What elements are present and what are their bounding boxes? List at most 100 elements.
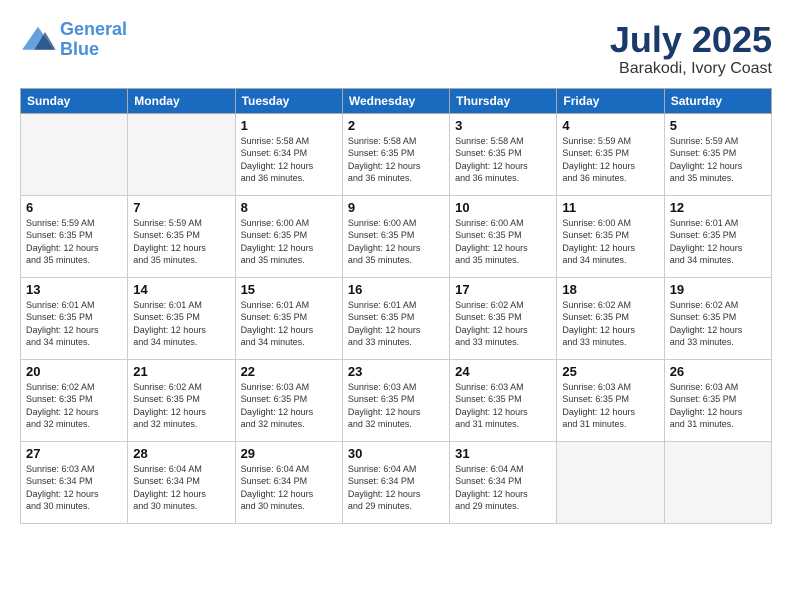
day-cell: 18Sunrise: 6:02 AM Sunset: 6:35 PM Dayli… xyxy=(557,277,664,359)
day-info: Sunrise: 5:59 AM Sunset: 6:35 PM Dayligh… xyxy=(562,135,658,185)
day-number: 1 xyxy=(241,118,337,133)
day-cell: 19 Sunrise: 6:02 AM Sunset: 6:35 PM Dayli… xyxy=(664,277,771,359)
day-info: Sunrise: 6:01 AM Sunset: 6:35 PM Dayligh… xyxy=(26,299,122,349)
day-number: 29 xyxy=(241,446,337,461)
day-info: Sunrise: 5:59 AM Sunset: 6:35 PM Dayligh… xyxy=(670,135,766,185)
day-number: 22 xyxy=(241,364,337,379)
day-number: 10 xyxy=(455,200,551,215)
week-row-5: 27 Sunrise: 6:03 AM Sunset: 6:34 PM Dayli… xyxy=(21,441,772,523)
day-info: Sunrise: 6:01 AM Sunset: 6:35 PM Dayligh… xyxy=(133,299,229,349)
day-cell: 11Sunrise: 6:00 AM Sunset: 6:35 PM Dayli… xyxy=(557,195,664,277)
day-number: 28 xyxy=(133,446,229,461)
day-number: 2 xyxy=(348,118,444,133)
day-number: 3 xyxy=(455,118,551,133)
day-info: Sunrise: 6:03 AM Sunset: 6:35 PM Dayligh… xyxy=(562,381,658,431)
day-cell: 8 Sunrise: 6:00 AM Sunset: 6:35 PM Daylig… xyxy=(235,195,342,277)
day-cell: 9 Sunrise: 6:00 AM Sunset: 6:35 PM Daylig… xyxy=(342,195,449,277)
week-row-4: 20 Sunrise: 6:02 AM Sunset: 6:35 PM Dayli… xyxy=(21,359,772,441)
day-number: 26 xyxy=(670,364,766,379)
day-number: 17 xyxy=(455,282,551,297)
day-info: Sunrise: 5:58 AM Sunset: 6:35 PM Dayligh… xyxy=(348,135,444,185)
logo: General Blue xyxy=(20,20,127,60)
col-header-sunday: Sunday xyxy=(21,88,128,113)
day-number: 20 xyxy=(26,364,122,379)
day-cell xyxy=(664,441,771,523)
day-number: 16 xyxy=(348,282,444,297)
day-number: 24 xyxy=(455,364,551,379)
col-header-thursday: Thursday xyxy=(450,88,557,113)
day-info: Sunrise: 6:04 AM Sunset: 6:34 PM Dayligh… xyxy=(455,463,551,513)
day-cell: 1 Sunrise: 5:58 AM Sunset: 6:34 PM Daylig… xyxy=(235,113,342,195)
day-cell: 2 Sunrise: 5:58 AM Sunset: 6:35 PM Daylig… xyxy=(342,113,449,195)
day-info: Sunrise: 6:03 AM Sunset: 6:35 PM Dayligh… xyxy=(348,381,444,431)
day-number: 15 xyxy=(241,282,337,297)
day-info: Sunrise: 6:03 AM Sunset: 6:34 PM Dayligh… xyxy=(26,463,122,513)
col-header-monday: Monday xyxy=(128,88,235,113)
day-info: Sunrise: 5:58 AM Sunset: 6:35 PM Dayligh… xyxy=(455,135,551,185)
day-cell xyxy=(128,113,235,195)
day-number: 5 xyxy=(670,118,766,133)
day-number: 31 xyxy=(455,446,551,461)
day-info: Sunrise: 6:04 AM Sunset: 6:34 PM Dayligh… xyxy=(133,463,229,513)
week-row-1: 1 Sunrise: 5:58 AM Sunset: 6:34 PM Daylig… xyxy=(21,113,772,195)
day-number: 12 xyxy=(670,200,766,215)
day-number: 19 xyxy=(670,282,766,297)
day-cell: 23 Sunrise: 6:03 AM Sunset: 6:35 PM Dayli… xyxy=(342,359,449,441)
day-number: 14 xyxy=(133,282,229,297)
day-cell: 12 Sunrise: 6:01 AM Sunset: 6:35 PM Dayli… xyxy=(664,195,771,277)
day-number: 8 xyxy=(241,200,337,215)
month-year-title: July 2025 xyxy=(610,20,772,60)
day-cell: 6 Sunrise: 5:59 AM Sunset: 6:35 PM Daylig… xyxy=(21,195,128,277)
day-info: Sunrise: 6:04 AM Sunset: 6:34 PM Dayligh… xyxy=(241,463,337,513)
day-number: 4 xyxy=(562,118,658,133)
day-number: 18 xyxy=(562,282,658,297)
day-cell: 24Sunrise: 6:03 AM Sunset: 6:35 PM Dayli… xyxy=(450,359,557,441)
calendar-header-row: SundayMondayTuesdayWednesdayThursdayFrid… xyxy=(21,88,772,113)
logo-text: General Blue xyxy=(60,20,127,60)
day-cell: 22 Sunrise: 6:03 AM Sunset: 6:35 PM Dayli… xyxy=(235,359,342,441)
day-cell xyxy=(557,441,664,523)
day-info: Sunrise: 6:00 AM Sunset: 6:35 PM Dayligh… xyxy=(241,217,337,267)
day-number: 23 xyxy=(348,364,444,379)
day-cell: 14 Sunrise: 6:01 AM Sunset: 6:35 PM Dayli… xyxy=(128,277,235,359)
day-cell: 10Sunrise: 6:00 AM Sunset: 6:35 PM Dayli… xyxy=(450,195,557,277)
day-number: 27 xyxy=(26,446,122,461)
day-info: Sunrise: 6:00 AM Sunset: 6:35 PM Dayligh… xyxy=(348,217,444,267)
day-cell: 17Sunrise: 6:02 AM Sunset: 6:35 PM Dayli… xyxy=(450,277,557,359)
day-info: Sunrise: 6:01 AM Sunset: 6:35 PM Dayligh… xyxy=(670,217,766,267)
day-info: Sunrise: 5:59 AM Sunset: 6:35 PM Dayligh… xyxy=(26,217,122,267)
calendar-table: SundayMondayTuesdayWednesdayThursdayFrid… xyxy=(20,88,772,524)
day-cell: 7Sunrise: 5:59 AM Sunset: 6:35 PM Daylig… xyxy=(128,195,235,277)
col-header-wednesday: Wednesday xyxy=(342,88,449,113)
day-number: 9 xyxy=(348,200,444,215)
day-number: 13 xyxy=(26,282,122,297)
col-header-friday: Friday xyxy=(557,88,664,113)
day-info: Sunrise: 5:58 AM Sunset: 6:34 PM Dayligh… xyxy=(241,135,337,185)
day-cell: 30Sunrise: 6:04 AM Sunset: 6:34 PM Dayli… xyxy=(342,441,449,523)
title-block: July 2025 Barakodi, Ivory Coast xyxy=(610,20,772,78)
day-info: Sunrise: 5:59 AM Sunset: 6:35 PM Dayligh… xyxy=(133,217,229,267)
day-info: Sunrise: 6:04 AM Sunset: 6:34 PM Dayligh… xyxy=(348,463,444,513)
day-cell: 13 Sunrise: 6:01 AM Sunset: 6:35 PM Dayli… xyxy=(21,277,128,359)
day-cell: 27 Sunrise: 6:03 AM Sunset: 6:34 PM Dayli… xyxy=(21,441,128,523)
day-cell: 4 Sunrise: 5:59 AM Sunset: 6:35 PM Daylig… xyxy=(557,113,664,195)
week-row-2: 6 Sunrise: 5:59 AM Sunset: 6:35 PM Daylig… xyxy=(21,195,772,277)
day-info: Sunrise: 6:03 AM Sunset: 6:35 PM Dayligh… xyxy=(670,381,766,431)
day-cell: 16 Sunrise: 6:01 AM Sunset: 6:35 PM Dayli… xyxy=(342,277,449,359)
day-info: Sunrise: 6:01 AM Sunset: 6:35 PM Dayligh… xyxy=(241,299,337,349)
day-number: 21 xyxy=(133,364,229,379)
day-cell xyxy=(21,113,128,195)
day-info: Sunrise: 6:02 AM Sunset: 6:35 PM Dayligh… xyxy=(670,299,766,349)
day-cell: 20Sunrise: 6:02 AM Sunset: 6:35 PM Dayli… xyxy=(21,359,128,441)
day-cell: 25Sunrise: 6:03 AM Sunset: 6:35 PM Dayli… xyxy=(557,359,664,441)
day-info: Sunrise: 6:02 AM Sunset: 6:35 PM Dayligh… xyxy=(133,381,229,431)
page-header: General Blue July 2025 Barakodi, Ivory C… xyxy=(20,20,772,78)
day-cell: 29 Sunrise: 6:04 AM Sunset: 6:34 PM Dayli… xyxy=(235,441,342,523)
day-number: 6 xyxy=(26,200,122,215)
day-cell: 28 Sunrise: 6:04 AM Sunset: 6:34 PM Dayli… xyxy=(128,441,235,523)
day-info: Sunrise: 6:01 AM Sunset: 6:35 PM Dayligh… xyxy=(348,299,444,349)
day-cell: 5 Sunrise: 5:59 AM Sunset: 6:35 PM Daylig… xyxy=(664,113,771,195)
day-info: Sunrise: 6:03 AM Sunset: 6:35 PM Dayligh… xyxy=(241,381,337,431)
day-cell: 31 Sunrise: 6:04 AM Sunset: 6:34 PM Dayli… xyxy=(450,441,557,523)
logo-icon xyxy=(20,25,56,55)
